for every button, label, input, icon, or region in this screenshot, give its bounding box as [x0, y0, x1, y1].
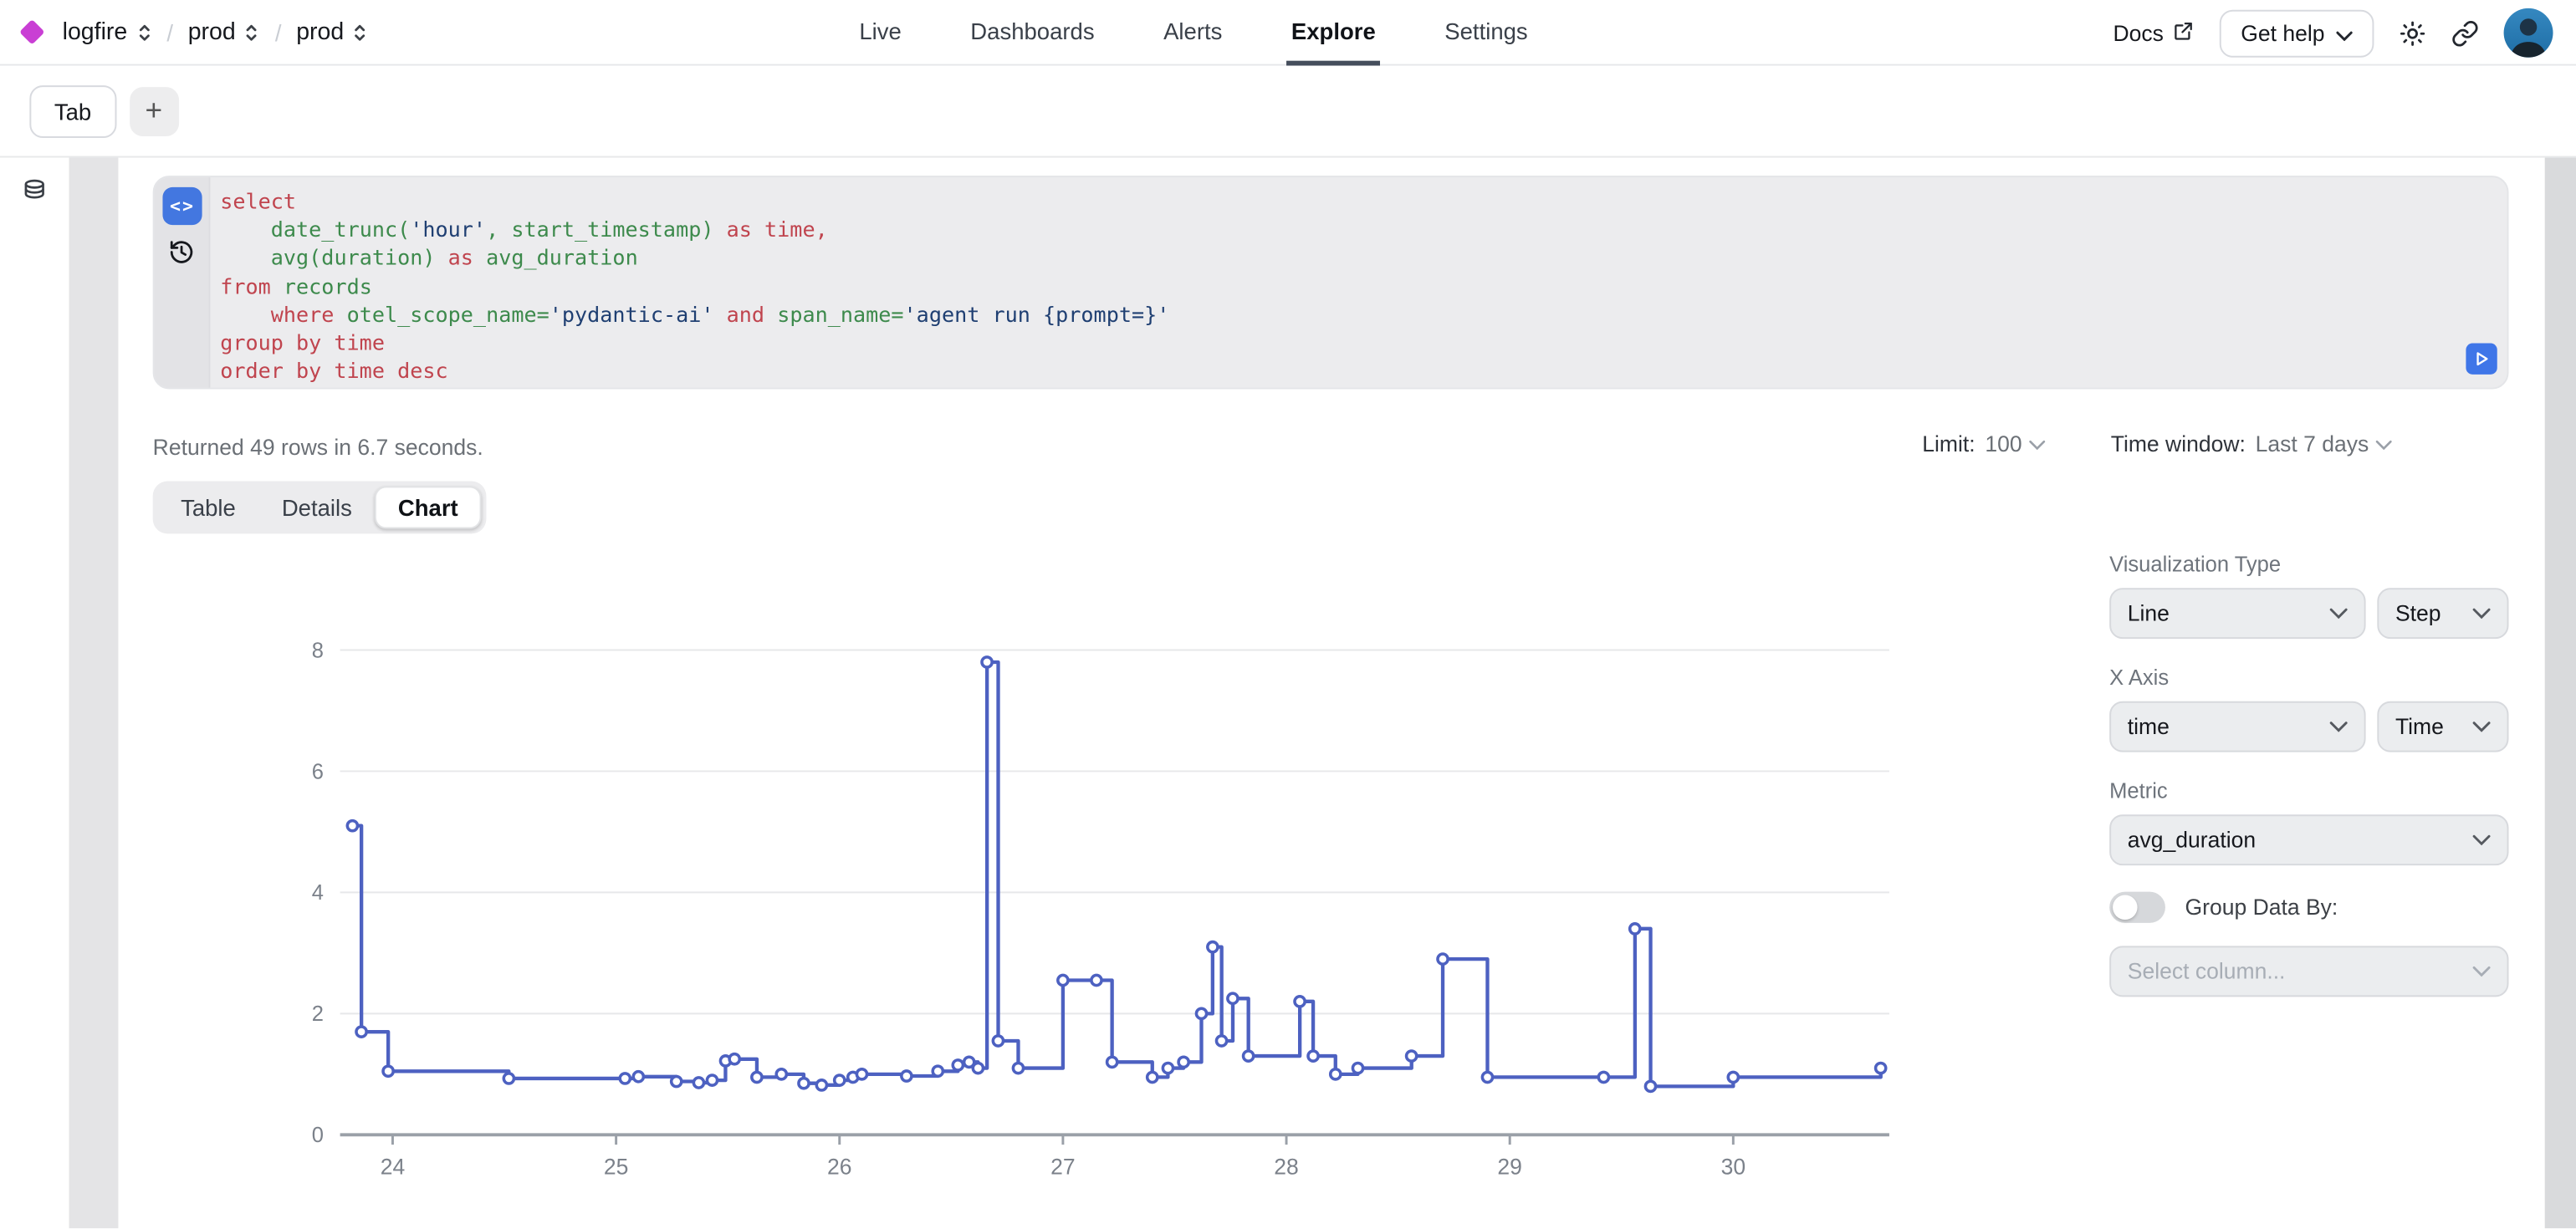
interpolation-value: Step [2395, 601, 2441, 625]
metric-value: avg_duration [2128, 828, 2256, 852]
run-query-button[interactable] [2466, 344, 2497, 375]
nav-item-dashboards[interactable]: Dashboards [965, 0, 1099, 66]
svg-text:6: 6 [312, 760, 324, 783]
x-axis-type-value: Time [2395, 714, 2444, 738]
top-bar-actions: Docs Get help [2113, 0, 2553, 66]
step-line-chart: 0246824252627282930 [140, 608, 1914, 1199]
query-history-icon[interactable] [167, 238, 195, 274]
query-tab-bar: Tab + [0, 66, 2576, 158]
toggle-knob [2113, 895, 2137, 920]
group-data-toggle[interactable] [2109, 892, 2165, 923]
nav-item-alerts[interactable]: Alerts [1158, 0, 1227, 66]
svg-text:25: 25 [604, 1154, 628, 1179]
database-icon[interactable] [20, 177, 49, 215]
user-avatar[interactable] [2504, 8, 2553, 58]
sql-editor-panel[interactable]: <> select date_trunc('hour', start_times… [153, 176, 2509, 389]
chevron-down-icon [2375, 439, 2392, 449]
view-tab-table[interactable]: Table [158, 486, 259, 528]
x-axis-label: X Axis [2109, 665, 2508, 690]
chevron-down-icon [2472, 834, 2491, 846]
breadcrumb-project[interactable]: prod [188, 19, 260, 45]
query-status-text: Returned 49 rows in 6.7 seconds. [153, 436, 483, 460]
get-help-label: Get help [2241, 21, 2324, 45]
group-data-by-label: Group Data By: [2185, 895, 2338, 920]
svg-text:4: 4 [312, 881, 324, 905]
chevron-down-icon [2329, 608, 2348, 620]
chevron-down-icon [2472, 966, 2491, 977]
breadcrumb-separator: / [275, 19, 282, 45]
svg-text:24: 24 [381, 1154, 405, 1179]
docs-label: Docs [2113, 21, 2163, 45]
limit-select[interactable]: 100 [1985, 432, 2045, 456]
top-bar: logfire / prod / prod Live Dashboards Al… [0, 0, 2576, 66]
docs-link[interactable]: Docs [2113, 19, 2195, 47]
theme-toggle-sun-icon[interactable] [2399, 19, 2426, 47]
chevron-up-down-icon [135, 21, 152, 44]
chevron-down-icon [2336, 21, 2353, 45]
group-column-placeholder: Select column... [2128, 959, 2286, 983]
chevron-down-icon [2029, 439, 2046, 449]
chevron-down-icon [2472, 608, 2491, 620]
visualization-type-value: Line [2128, 601, 2170, 625]
environment-label: prod [296, 19, 344, 45]
limit-label: Limit: [1922, 432, 1975, 456]
chevron-down-icon [2329, 721, 2348, 732]
logfire-logo-icon [19, 19, 45, 45]
x-axis-value: time [2128, 714, 2170, 738]
time-window-value: Last 7 days [2256, 432, 2369, 456]
limit-value: 100 [1985, 432, 2021, 456]
right-scrollbar[interactable] [2545, 158, 2576, 1229]
view-tab-details[interactable]: Details [258, 486, 375, 528]
visualization-type-label: Visualization Type [2109, 552, 2508, 576]
svg-text:8: 8 [312, 639, 324, 662]
external-link-icon [2172, 19, 2195, 47]
project-label: prod [188, 19, 236, 45]
left-scrollbar-gutter[interactable] [69, 158, 119, 1229]
svg-text:30: 30 [1721, 1154, 1745, 1179]
nav-item-settings[interactable]: Settings [1439, 0, 1532, 66]
chevron-up-down-icon [244, 21, 261, 44]
breadcrumb: logfire / prod / prod [0, 19, 369, 45]
breadcrumb-environment[interactable]: prod [296, 19, 368, 45]
interpolation-select[interactable]: Step [2377, 588, 2508, 639]
visualization-type-select[interactable]: Line [2109, 588, 2365, 639]
metric-select[interactable]: avg_duration [2109, 814, 2508, 865]
group-column-select[interactable]: Select column... [2109, 946, 2508, 997]
get-help-button[interactable]: Get help [2220, 9, 2374, 57]
nav-item-live[interactable]: Live [854, 0, 906, 66]
visualization-panel: Visualization Type Line Step X Axis time… [2109, 552, 2508, 1023]
breadcrumb-separator: / [166, 19, 173, 45]
limit-time-controls: Limit: 100 Time window: Last 7 days [1922, 432, 2392, 456]
svg-text:27: 27 [1050, 1154, 1075, 1179]
app-window: logfire / prod / prod Live Dashboards Al… [0, 0, 2576, 1228]
svg-text:26: 26 [827, 1154, 851, 1179]
query-tab[interactable]: Tab [29, 84, 115, 137]
code-format-button[interactable]: <> [162, 187, 202, 225]
result-chart[interactable]: 0246824252627282930 [140, 608, 1914, 1199]
left-rail [0, 158, 69, 1229]
add-tab-button[interactable]: + [129, 86, 178, 135]
metric-label: Metric [2109, 778, 2508, 803]
svg-text:2: 2 [312, 1002, 324, 1026]
breadcrumb-org[interactable]: logfire [63, 19, 152, 45]
x-axis-type-select[interactable]: Time [2377, 701, 2508, 752]
svg-text:28: 28 [1274, 1154, 1298, 1179]
chevron-down-icon [2472, 721, 2491, 732]
sql-query-text[interactable]: select date_trunc('hour', start_timestam… [220, 189, 1169, 387]
time-window-label: Time window: [2111, 432, 2246, 456]
svg-text:29: 29 [1497, 1154, 1521, 1179]
view-tab-chart[interactable]: Chart [375, 486, 481, 528]
main-nav: Live Dashboards Alerts Explore Settings [854, 0, 1532, 66]
editor-gutter: <> [155, 177, 211, 387]
result-view-switcher: Table Details Chart [153, 482, 486, 534]
chevron-up-down-icon [352, 21, 369, 44]
x-axis-column-select[interactable]: time [2109, 701, 2365, 752]
svg-text:0: 0 [312, 1124, 324, 1147]
copy-link-icon[interactable] [2451, 19, 2479, 47]
brand-label: logfire [63, 19, 128, 45]
nav-item-explore[interactable]: Explore [1286, 0, 1381, 66]
time-window-select[interactable]: Last 7 days [2256, 432, 2392, 456]
